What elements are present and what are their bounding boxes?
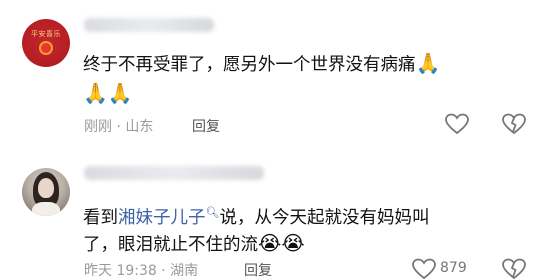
- search-icon[interactable]: 🔍︎: [206, 206, 220, 219]
- reply-button[interactable]: 回复: [244, 260, 272, 280]
- comment-text-segment: 了，眼泪就止不住的流: [83, 235, 258, 255]
- username-redacted[interactable]: [84, 18, 214, 32]
- like-count: 879: [440, 260, 467, 276]
- heart-icon[interactable]: [445, 113, 469, 135]
- avatar-decoration: 平安喜乐: [31, 30, 61, 38]
- comment-text-line: 终于不再受罪了，愿另外一个世界没有病痛: [83, 55, 416, 75]
- comment-text-line: 了，眼泪就止不住的流😭😭: [83, 231, 305, 257]
- comment-location: 湖南: [170, 263, 199, 279]
- comment-text-line: 🙏🙏: [83, 81, 133, 107]
- pray-emoji: 🙏: [415, 51, 441, 75]
- avatar[interactable]: [22, 168, 70, 216]
- mention-link[interactable]: 湘妹子儿子: [118, 208, 206, 228]
- reply-button[interactable]: 回复: [192, 116, 220, 136]
- comment-meta: 昨天 19:38 · 湖南: [84, 260, 198, 280]
- comment-time: 刚刚: [84, 119, 112, 135]
- avatar[interactable]: 平安喜乐: [22, 19, 70, 67]
- pray-emoji: 🙏🙏: [83, 81, 133, 105]
- comment-text-segment: 说，从今天起就没有妈妈叫: [219, 207, 430, 228]
- avatar-decoration: [39, 41, 53, 55]
- separator-dot: ·: [116, 119, 121, 135]
- username-redacted[interactable]: [84, 166, 264, 180]
- comment-text-segment: 看到: [83, 207, 118, 228]
- comment-text: 看到湘妹子儿子🔍︎说，从今天起就没有妈妈叫: [83, 201, 429, 230]
- separator-dot: ·: [161, 263, 166, 279]
- heart-icon[interactable]: [412, 258, 436, 280]
- comment-time: 昨天 19:38: [84, 263, 157, 279]
- broken-heart-icon[interactable]: [502, 113, 526, 135]
- comment-location: 山东: [125, 119, 154, 135]
- broken-heart-icon[interactable]: [502, 258, 526, 280]
- avatar-decoration: [38, 178, 54, 198]
- comment-meta: 刚刚 · 山东: [84, 116, 153, 136]
- comment-text: 终于不再受罪了，愿另外一个世界没有病痛🙏: [83, 51, 440, 77]
- crying-emoji: 😭😭: [258, 231, 305, 255]
- avatar-decoration: [32, 202, 60, 216]
